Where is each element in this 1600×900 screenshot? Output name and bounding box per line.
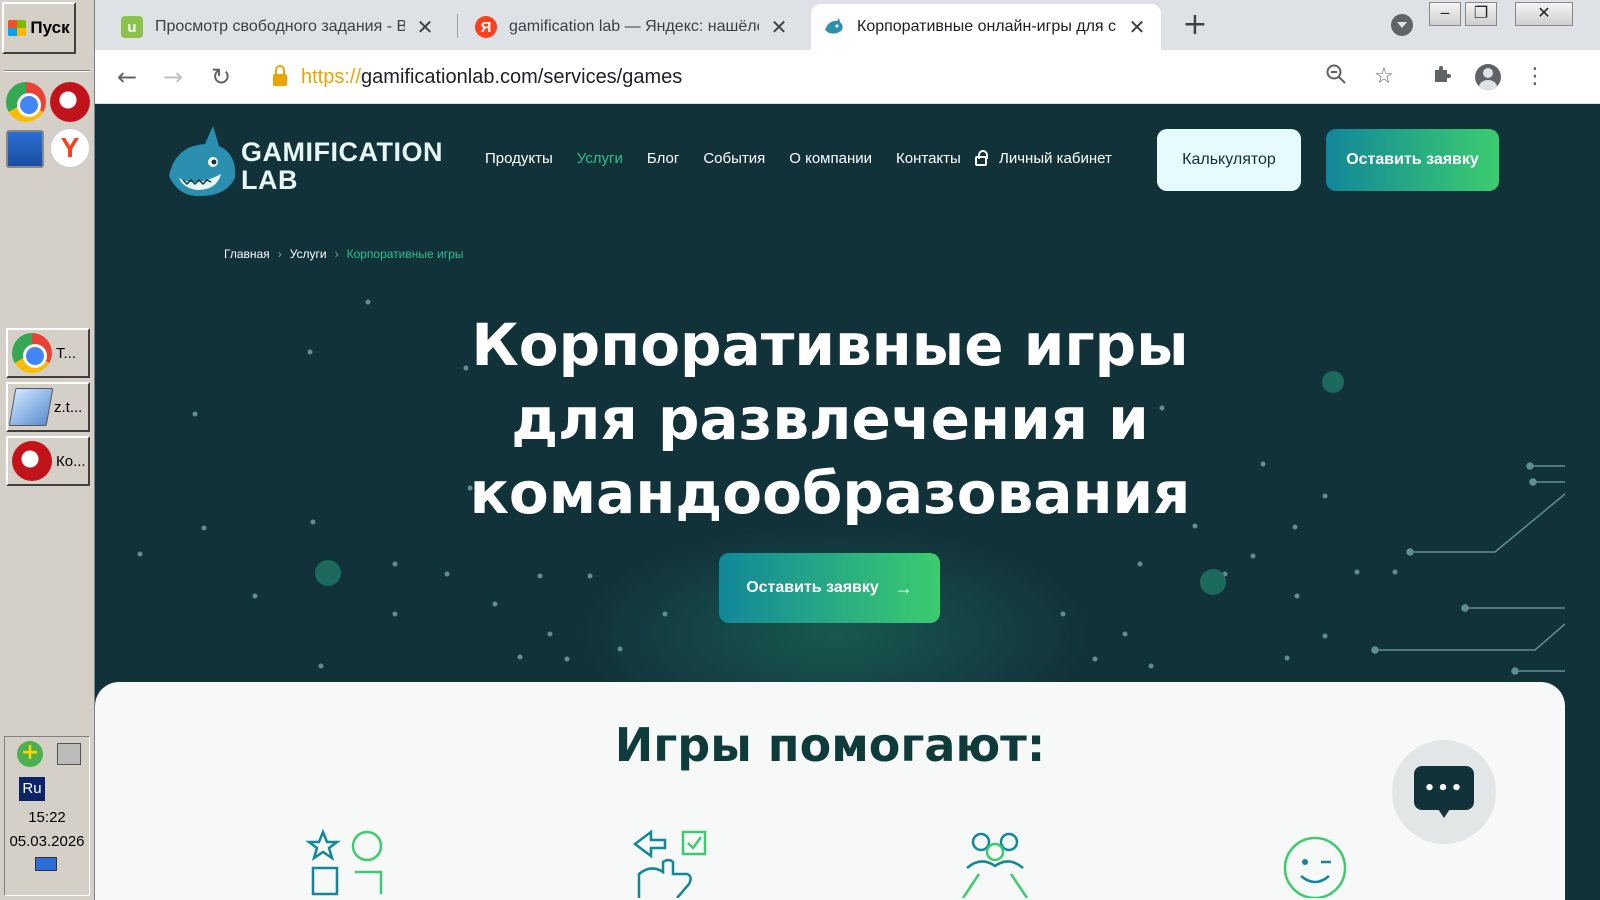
breadcrumb: Главная › Услуги › Корпоративные игры bbox=[224, 247, 463, 261]
chevron-right-icon: › bbox=[277, 247, 282, 261]
tab-task-view[interactable]: u Просмотр свободного задания - В ✕ bbox=[109, 4, 449, 50]
profile-avatar-icon[interactable] bbox=[1475, 64, 1501, 90]
nav-about[interactable]: О компании bbox=[789, 150, 872, 167]
start-button[interactable]: Пуск bbox=[2, 2, 76, 54]
shark-icon bbox=[823, 16, 845, 38]
new-tab-button[interactable]: + bbox=[1177, 8, 1213, 44]
nav-events[interactable]: События bbox=[703, 150, 765, 167]
nav-contacts[interactable]: Контакты bbox=[896, 150, 961, 167]
arrow-right-icon: → bbox=[894, 577, 913, 598]
tab-games[interactable]: Корпоративные онлайн-игры для с ✕ bbox=[811, 4, 1161, 50]
chevron-right-icon: › bbox=[334, 247, 339, 261]
opera-icon[interactable] bbox=[50, 82, 90, 122]
notepad-icon bbox=[8, 388, 54, 426]
nav-services[interactable]: Услуги bbox=[577, 150, 623, 167]
tab-divider bbox=[457, 14, 458, 38]
task-opera[interactable]: Ко... bbox=[6, 436, 90, 486]
tab-title: gamification lab — Яндекс: нашёлс bbox=[509, 18, 759, 35]
close-icon[interactable]: ✕ bbox=[413, 15, 437, 40]
personal-account-label: Личный кабинет bbox=[999, 150, 1112, 167]
address-bar[interactable]: https://gamificationlab.com/services/gam… bbox=[253, 56, 1413, 98]
opera-icon bbox=[12, 441, 52, 481]
logo-text: GAMIFICATION LAB bbox=[241, 137, 443, 195]
yandex-icon: Я bbox=[475, 16, 497, 38]
browser-window: u Просмотр свободного задания - В ✕ Я ga… bbox=[95, 0, 1600, 900]
tab-title: Корпоративные онлайн-игры для с bbox=[857, 18, 1117, 35]
tab-strip: u Просмотр свободного задания - В ✕ Я ga… bbox=[95, 0, 1600, 50]
breadcrumb-current: Корпоративные игры bbox=[346, 247, 464, 261]
star-goal-icon bbox=[305, 828, 383, 896]
minimize-button[interactable]: ‒ bbox=[1429, 2, 1461, 26]
restore-button[interactable]: ❐ bbox=[1465, 2, 1497, 26]
reload-icon[interactable]: ↻ bbox=[207, 63, 235, 91]
browser-toolbar: ← → ↻ https://gamificationlab.com/servic… bbox=[95, 50, 1600, 104]
tab-title: Просмотр свободного задания - В bbox=[155, 18, 405, 35]
nav-products[interactable]: Продукты bbox=[485, 150, 553, 167]
breadcrumb-home[interactable]: Главная bbox=[224, 247, 270, 261]
zoom-icon[interactable] bbox=[1322, 63, 1350, 91]
task-label: Ко... bbox=[56, 452, 86, 470]
windows-flag-icon bbox=[8, 20, 27, 36]
close-icon[interactable]: ✕ bbox=[1125, 15, 1149, 40]
task-chrome[interactable]: Т... bbox=[6, 328, 90, 378]
clock-date: 05.03.2026 bbox=[9, 833, 85, 850]
start-label: Пуск bbox=[30, 18, 70, 37]
page-title: Корпоративные игры для развлечения и ком… bbox=[469, 311, 1191, 527]
task-notepad[interactable]: z.t... bbox=[6, 382, 90, 432]
section-title: Игры помогают: bbox=[614, 718, 1046, 772]
hero-request-button[interactable]: Оставить заявку → bbox=[719, 553, 940, 623]
breadcrumb-services[interactable]: Услуги bbox=[290, 247, 327, 261]
calculator-button[interactable]: Калькулятор bbox=[1157, 129, 1301, 191]
main-nav: Продукты Услуги Блог События О компании … bbox=[485, 150, 985, 167]
language-indicator[interactable]: Ru bbox=[19, 777, 45, 801]
task-label: z.t... bbox=[54, 398, 83, 416]
show-desktop-icon[interactable] bbox=[35, 857, 57, 871]
taskbar-separator bbox=[4, 70, 90, 72]
shark-logo-icon bbox=[169, 126, 236, 197]
close-window-button[interactable]: ✕ bbox=[1515, 2, 1573, 26]
forward-icon[interactable]: → bbox=[159, 63, 187, 91]
lock-icon[interactable] bbox=[273, 65, 287, 86]
personal-account-link[interactable]: Личный кабинет bbox=[975, 149, 1112, 167]
add-icon[interactable]: + bbox=[17, 741, 43, 767]
chrome-icon bbox=[12, 333, 52, 373]
clock-time: 15:22 bbox=[28, 809, 66, 826]
windows-taskbar: Пуск Y Т... z.t... Ко... + Ru 15:22 05.0… bbox=[0, 0, 95, 900]
close-icon[interactable]: ✕ bbox=[767, 15, 791, 40]
leave-request-button[interactable]: Оставить заявку bbox=[1326, 129, 1499, 191]
smile-wink-icon bbox=[1283, 836, 1347, 898]
tab-yandex[interactable]: Я gamification lab — Яндекс: нашёлс ✕ bbox=[463, 4, 803, 50]
hand-vote-icon bbox=[632, 829, 707, 898]
bookmark-star-icon[interactable]: ☆ bbox=[1370, 63, 1398, 91]
chrome-icon[interactable] bbox=[6, 82, 46, 122]
back-icon[interactable]: ← bbox=[113, 63, 141, 91]
chat-bubble-icon: ••• bbox=[1414, 766, 1474, 818]
extensions-icon[interactable] bbox=[1428, 63, 1456, 91]
task-label: Т... bbox=[56, 344, 77, 362]
yandex-browser-icon[interactable]: Y bbox=[50, 128, 90, 168]
web-page: GAMIFICATION LAB Продукты Услуги Блог Со… bbox=[95, 104, 1600, 900]
benefits-section: Игры помогают: bbox=[95, 682, 1565, 900]
my-computer-icon[interactable] bbox=[6, 130, 44, 168]
tab-search-icon[interactable] bbox=[1391, 14, 1413, 36]
hero-button-label: Оставить заявку bbox=[746, 579, 879, 596]
chat-widget[interactable]: ••• bbox=[1392, 740, 1496, 844]
u-icon: u bbox=[121, 16, 143, 38]
team-icon bbox=[961, 832, 1029, 898]
padlock-icon bbox=[975, 149, 988, 166]
network-icon[interactable] bbox=[57, 743, 81, 765]
system-tray: + Ru 15:22 05.03.2026 bbox=[4, 736, 90, 896]
nav-blog[interactable]: Блог bbox=[647, 150, 679, 167]
url-text[interactable]: https://gamificationlab.com/services/gam… bbox=[301, 66, 682, 89]
site-logo[interactable]: GAMIFICATION LAB bbox=[165, 124, 443, 204]
menu-kebab-icon[interactable]: ⋮ bbox=[1521, 63, 1549, 91]
